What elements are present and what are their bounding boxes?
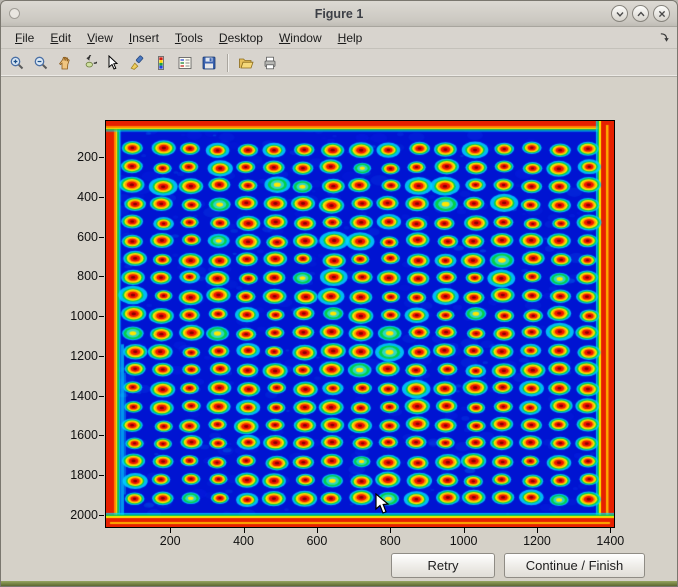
- y-tick-label: 800: [54, 269, 98, 283]
- desktop-panel-edge: [1, 581, 677, 586]
- titlebar[interactable]: Figure 1: [1, 1, 677, 27]
- open-folder-icon: [238, 55, 254, 71]
- y-tick-mark: [99, 316, 104, 317]
- x-tick-mark: [390, 528, 391, 533]
- x-tick-label: 800: [380, 534, 401, 548]
- undock-arrow-icon[interactable]: [658, 31, 671, 44]
- close-button[interactable]: [653, 5, 670, 22]
- y-tick-mark: [99, 435, 104, 436]
- continue-finish-button[interactable]: Continue / Finish: [504, 553, 645, 578]
- print-icon: [262, 55, 278, 71]
- y-tick-mark: [99, 356, 104, 357]
- data-cursor-button[interactable]: [102, 52, 124, 74]
- menu-item-edit[interactable]: Edit: [42, 28, 79, 48]
- y-tick-label: 1000: [54, 309, 98, 323]
- insert-legend-button[interactable]: [174, 52, 196, 74]
- minimize-button[interactable]: [611, 5, 628, 22]
- y-tick-label: 600: [54, 230, 98, 244]
- rotate-3d-button[interactable]: [78, 52, 100, 74]
- y-tick-label: 400: [54, 190, 98, 204]
- y-tick-mark: [99, 237, 104, 238]
- chevron-down-icon: [614, 8, 626, 20]
- x-tick-mark: [317, 528, 318, 533]
- y-tick-label: 1200: [54, 349, 98, 363]
- x-tick-label: 1000: [450, 534, 478, 548]
- pan-button[interactable]: [54, 52, 76, 74]
- x-tick-label: 200: [160, 534, 181, 548]
- y-tick-mark: [99, 515, 104, 516]
- legend-icon: [177, 55, 193, 71]
- zoom-in-icon: [9, 55, 25, 71]
- print-button[interactable]: [259, 52, 281, 74]
- y-tick-mark: [99, 276, 104, 277]
- x-tick-mark: [170, 528, 171, 533]
- menu-item-desktop[interactable]: Desktop: [211, 28, 271, 48]
- colorbar-icon: [153, 55, 169, 71]
- x-tick-mark: [464, 528, 465, 533]
- microarray-image[interactable]: [105, 120, 615, 528]
- retry-button[interactable]: Retry: [391, 553, 495, 578]
- toolbar-separator: [227, 54, 228, 72]
- save-button[interactable]: [198, 52, 220, 74]
- x-tick-mark: [537, 528, 538, 533]
- x-tick-label: 400: [233, 534, 254, 548]
- window-title: Figure 1: [1, 7, 677, 21]
- x-tick-label: 1400: [596, 534, 624, 548]
- window-menu-icon[interactable]: [9, 8, 20, 19]
- brush-button[interactable]: [126, 52, 148, 74]
- y-tick-label: 200: [54, 150, 98, 164]
- y-tick-mark: [99, 157, 104, 158]
- figure-area: 200 400 600 800 1000 1200 1400 200 400 600 800 1000…: [1, 77, 677, 581]
- menu-item-file[interactable]: File: [7, 28, 42, 48]
- menu-item-window[interactable]: Window: [271, 28, 330, 48]
- menu-item-help[interactable]: Help: [330, 28, 371, 48]
- y-tick-mark: [99, 475, 104, 476]
- zoom-out-button[interactable]: [30, 52, 52, 74]
- data-cursor-icon: [105, 55, 121, 71]
- menubar-items: FileEditViewInsertToolsDesktopWindowHelp: [7, 28, 370, 48]
- zoom-in-button[interactable]: [6, 52, 28, 74]
- y-tick-mark: [99, 197, 104, 198]
- brush-icon: [129, 55, 145, 71]
- y-tick-label: 2000: [54, 508, 98, 522]
- menu-item-insert[interactable]: Insert: [121, 28, 167, 48]
- menu-item-view[interactable]: View: [79, 28, 121, 48]
- zoom-out-icon: [33, 55, 49, 71]
- x-tick-mark: [610, 528, 611, 533]
- y-tick-mark: [99, 396, 104, 397]
- y-tick-label: 1400: [54, 389, 98, 403]
- y-tick-label: 1800: [54, 468, 98, 482]
- menubar: FileEditViewInsertToolsDesktopWindowHelp: [1, 27, 677, 49]
- pan-hand-icon: [57, 55, 73, 71]
- chevron-up-icon: [635, 8, 647, 20]
- y-tick-label: 1600: [54, 428, 98, 442]
- insert-colorbar-button[interactable]: [150, 52, 172, 74]
- x-tick-mark: [244, 528, 245, 533]
- rotate-3d-icon: [81, 55, 97, 71]
- x-tick-label: 600: [306, 534, 327, 548]
- close-icon: [656, 8, 668, 20]
- figure-window: Figure 1 FileEditViewInsertToolsDesktopW…: [0, 0, 678, 587]
- open-file-button[interactable]: [235, 52, 257, 74]
- x-tick-label: 1200: [523, 534, 551, 548]
- toolbar: [1, 49, 677, 77]
- save-icon: [201, 55, 217, 71]
- maximize-button[interactable]: [632, 5, 649, 22]
- menu-item-tools[interactable]: Tools: [167, 28, 211, 48]
